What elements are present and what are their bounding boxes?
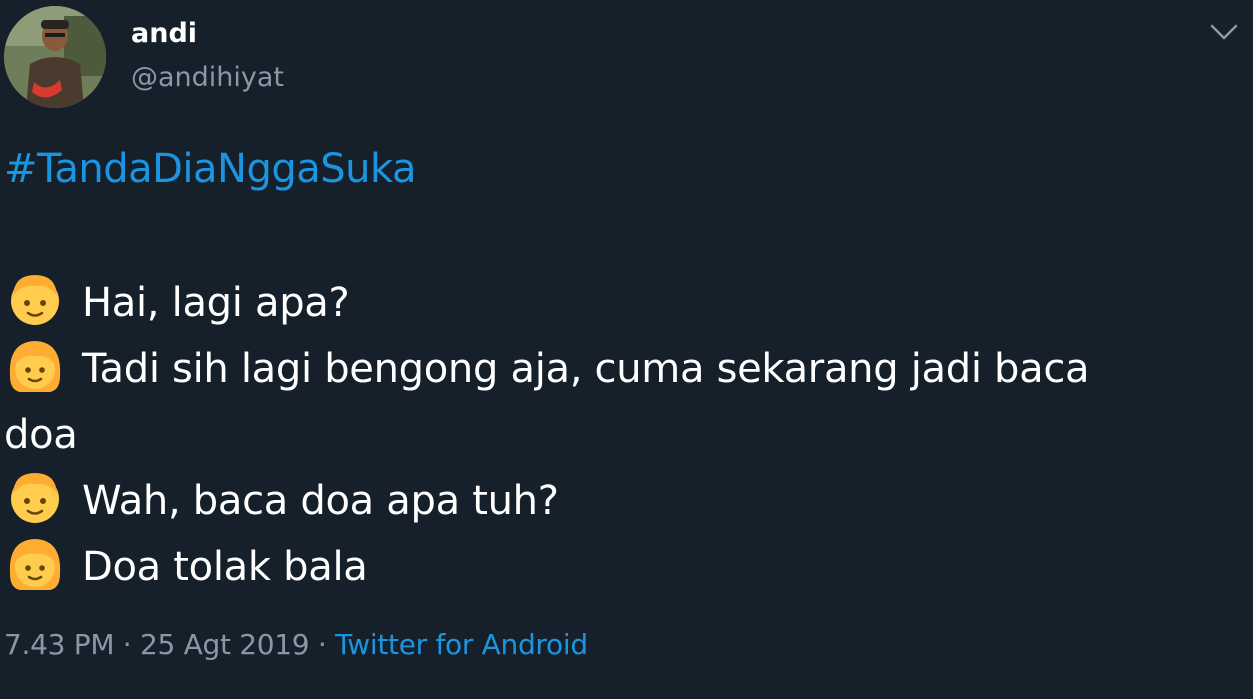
line-text: Tadi sih lagi bengong aja, cuma sekarang… bbox=[82, 346, 1090, 392]
tweet-line: Doa tolak bala bbox=[4, 534, 1219, 600]
meta-separator: · bbox=[309, 628, 336, 661]
tweet-meta: 7.43 PM · 25 Agt 2019 · Twitter for Andr… bbox=[4, 628, 588, 661]
source-link[interactable]: Twitter for Android bbox=[335, 628, 588, 661]
tweet-line: Tadi sih lagi bengong aja, cuma sekarang… bbox=[4, 336, 1219, 402]
tweet-line: doa bbox=[4, 402, 1219, 468]
user-handle[interactable]: @andihiyat bbox=[131, 62, 284, 93]
tweet-text: Hai, lagi apa? Tadi sih lagi bengong aja… bbox=[4, 270, 1219, 600]
boy-face-icon bbox=[4, 468, 66, 526]
avatar-photo bbox=[4, 6, 106, 108]
line-text: Wah, baca doa apa tuh? bbox=[82, 478, 559, 524]
display-name[interactable]: andi bbox=[131, 18, 197, 49]
tweet-line: Wah, baca doa apa tuh? bbox=[4, 468, 1219, 534]
hashtag-link[interactable]: #TandaDiaNggaSuka bbox=[4, 146, 416, 192]
meta-separator: · bbox=[114, 628, 140, 661]
girl-face-icon bbox=[4, 336, 66, 394]
girl-face-icon bbox=[4, 534, 66, 592]
boy-face-icon bbox=[4, 270, 66, 328]
tweet-date[interactable]: 25 Agt 2019 bbox=[140, 628, 310, 661]
line-text: doa bbox=[4, 412, 78, 458]
tweet-line: Hai, lagi apa? bbox=[4, 270, 1219, 336]
line-text: Doa tolak bala bbox=[82, 544, 368, 590]
avatar[interactable] bbox=[4, 6, 106, 108]
chevron-down-icon[interactable] bbox=[1209, 20, 1239, 44]
tweet-time[interactable]: 7.43 PM bbox=[4, 628, 114, 661]
line-text: Hai, lagi apa? bbox=[82, 280, 350, 326]
